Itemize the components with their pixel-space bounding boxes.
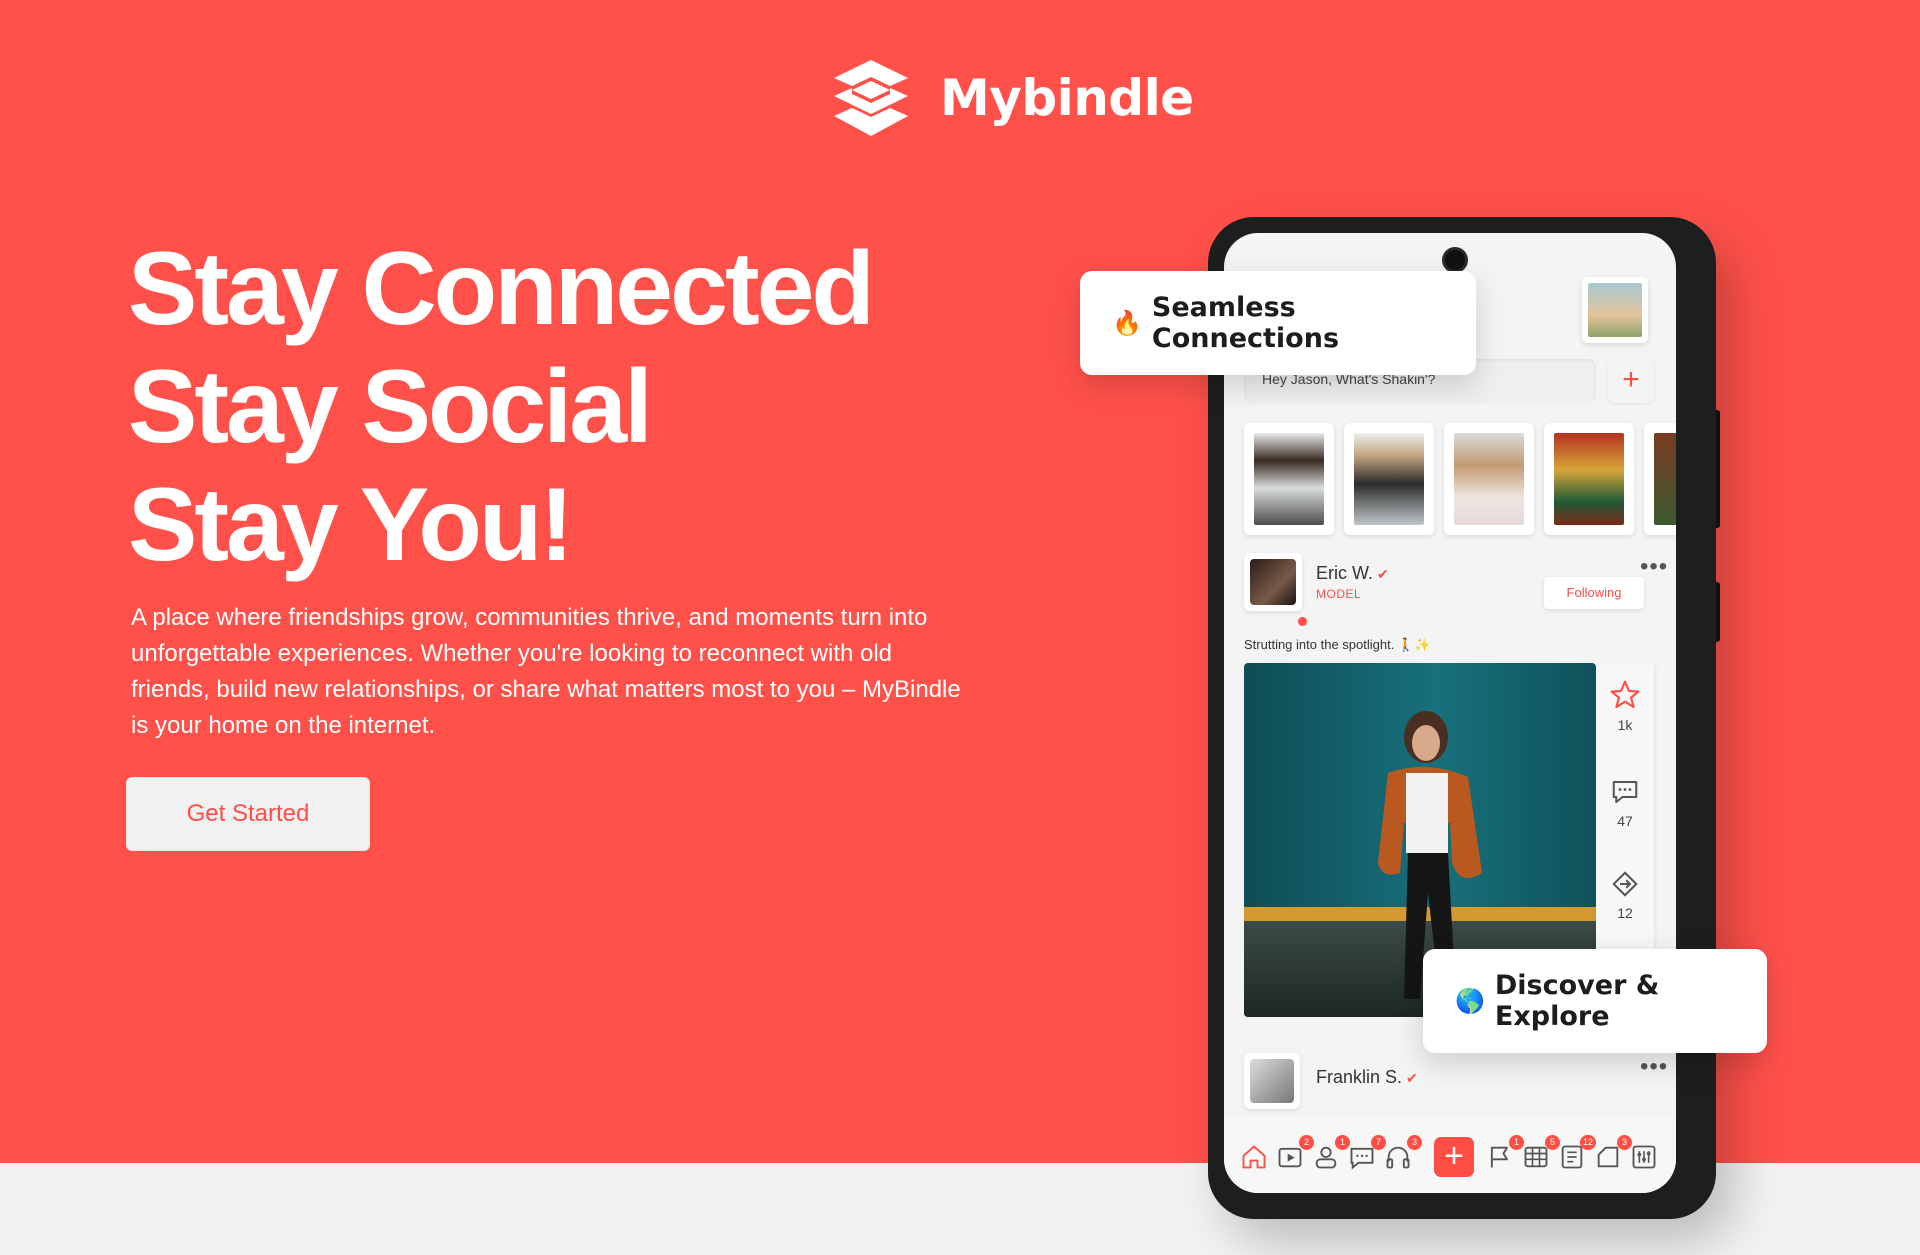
post-author-name[interactable]: Franklin S. ✔: [1316, 1067, 1418, 1088]
following-button[interactable]: Following: [1544, 577, 1644, 609]
headline-line-1: Stay Connected: [128, 231, 875, 347]
story-item[interactable]: [1244, 423, 1334, 535]
verified-icon: ✔: [1377, 566, 1389, 582]
camera-icon: [1442, 247, 1468, 273]
story-item[interactable]: [1644, 423, 1676, 535]
nav-groups[interactable]: 3: [1594, 1135, 1632, 1173]
more-options-icon[interactable]: •••: [1640, 1053, 1668, 1081]
discover-explore-card: 🌎 Discover & Explore: [1423, 949, 1767, 1053]
post-header: Eric W. ✔ MODEL Following •••: [1244, 553, 1667, 626]
comment-icon: [1612, 781, 1638, 803]
headline-line-2: Stay Social: [128, 349, 653, 465]
brand[interactable]: Mybindle: [832, 58, 1194, 138]
more-options-icon[interactable]: •••: [1640, 553, 1668, 581]
share-action[interactable]: 12: [1596, 869, 1654, 921]
user-avatar[interactable]: [1582, 277, 1648, 343]
bottom-navigation: 2 1 7 3 + 1 5 12 3: [1224, 1117, 1676, 1193]
nav-articles[interactable]: 12: [1558, 1135, 1596, 1173]
post-author-name[interactable]: Eric W. ✔: [1316, 563, 1389, 584]
comment-action[interactable]: 47: [1596, 777, 1654, 829]
nav-pages[interactable]: 1: [1486, 1135, 1524, 1173]
story-item[interactable]: [1344, 423, 1434, 535]
online-indicator: [1298, 617, 1307, 626]
card-label: Seamless Connections: [1151, 292, 1340, 354]
fire-icon: 🔥: [1112, 309, 1142, 337]
hero-headline: Stay Connected Stay Social Stay You!: [128, 230, 875, 584]
nav-friends[interactable]: 1: [1312, 1135, 1350, 1173]
get-started-button[interactable]: Get Started: [126, 777, 370, 851]
post-header: Franklin S. ✔ •••: [1244, 1053, 1667, 1113]
hero-description: A place where friendships grow, communit…: [131, 604, 961, 739]
star-icon: [1610, 680, 1640, 709]
globe-icon: 🌎: [1455, 987, 1485, 1015]
post-author-avatar[interactable]: [1244, 553, 1302, 611]
mybindle-logo-icon: [834, 60, 908, 136]
brand-name: Mybindle: [940, 69, 1194, 127]
nav-messages[interactable]: 7: [1348, 1135, 1386, 1173]
like-count: 1k: [1617, 717, 1633, 733]
post-actions: 1k 47 12: [1596, 663, 1654, 953]
nav-home[interactable]: [1240, 1143, 1270, 1173]
nav-audio[interactable]: 3: [1384, 1135, 1422, 1173]
nav-grid[interactable]: 5: [1522, 1135, 1560, 1173]
card-label: Discover & Explore: [1494, 970, 1660, 1032]
story-item[interactable]: [1544, 423, 1634, 535]
add-status-button[interactable]: +: [1608, 359, 1654, 403]
share-icon: [1612, 871, 1638, 897]
comment-count: 47: [1617, 813, 1633, 829]
home-icon: [1242, 1145, 1266, 1169]
stories-row: [1244, 423, 1676, 539]
post-author-role: MODEL: [1316, 587, 1362, 601]
share-count: 12: [1617, 905, 1633, 921]
sliders-icon: [1632, 1145, 1656, 1169]
nav-videos[interactable]: 2: [1276, 1135, 1314, 1173]
headline-line-3: Stay You!: [128, 467, 574, 583]
create-post-button[interactable]: +: [1434, 1137, 1474, 1177]
notification-badge: 3: [1407, 1135, 1422, 1150]
verified-icon: ✔: [1406, 1070, 1418, 1086]
nav-settings[interactable]: [1630, 1143, 1660, 1173]
post-caption: Strutting into the spotlight. 🚶✨: [1244, 637, 1431, 652]
seamless-connections-card: 🔥 Seamless Connections: [1080, 271, 1476, 375]
like-action[interactable]: 1k: [1596, 679, 1654, 733]
story-item[interactable]: [1444, 423, 1534, 535]
post-author-avatar[interactable]: [1244, 1053, 1300, 1109]
